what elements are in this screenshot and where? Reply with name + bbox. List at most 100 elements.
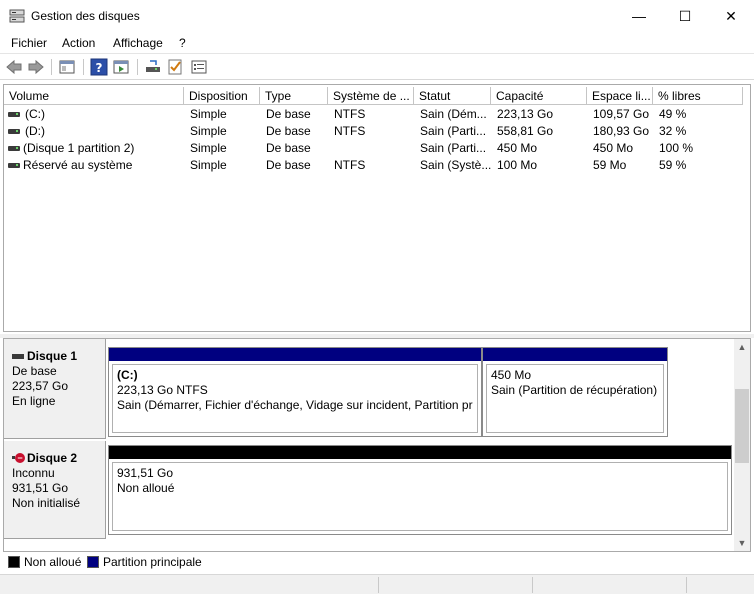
cell-capacity: 558,81 Go bbox=[497, 124, 554, 138]
cell-file-system: NTFS bbox=[334, 158, 366, 172]
disk-2-type: Inconnu bbox=[12, 466, 55, 480]
toolbar-separator bbox=[83, 59, 84, 75]
cell-percent-free: 32 % bbox=[659, 124, 687, 138]
volume-list: Volume Disposition Type Système de ... S… bbox=[3, 84, 751, 332]
cell-percent-free: 49 % bbox=[659, 107, 687, 121]
column-type[interactable]: Type bbox=[260, 87, 328, 105]
partition-details: 450 Mo Sain (Partition de récupération) bbox=[486, 364, 664, 433]
column-disposition[interactable]: Disposition bbox=[184, 87, 260, 105]
cell-capacity: 223,13 Go bbox=[497, 107, 554, 121]
check-icon[interactable] bbox=[166, 58, 184, 76]
toolbar-separator bbox=[51, 59, 52, 75]
cell-disposition: Simple bbox=[190, 141, 227, 155]
partition-details: (C:) 223,13 Go NTFS Sain (Démarrer, Fich… bbox=[112, 364, 478, 433]
help-icon[interactable]: ? bbox=[90, 58, 108, 76]
show-action-pane-icon[interactable] bbox=[112, 58, 130, 76]
properties-icon[interactable] bbox=[190, 58, 208, 76]
status-cell bbox=[378, 577, 379, 593]
column-volume[interactable]: Volume bbox=[4, 87, 184, 105]
partition-color-bar bbox=[109, 348, 481, 361]
svg-text:?: ? bbox=[96, 61, 103, 75]
partition-recovery[interactable]: 450 Mo Sain (Partition de récupération) bbox=[482, 347, 668, 437]
disk-1-name: Disque 1 bbox=[27, 349, 78, 363]
partition-status: Sain (Partition de récupération) bbox=[491, 383, 658, 397]
partition-color-bar bbox=[109, 446, 731, 459]
disk-graph-pane: Disque 1 De base 223,57 Go En ligne (C:)… bbox=[3, 338, 751, 552]
cell-status: Sain (Dém... bbox=[420, 107, 487, 121]
disk-management-app-icon bbox=[9, 9, 25, 23]
cell-volume: (D:) bbox=[25, 124, 45, 138]
disk-1-type: De base bbox=[12, 364, 57, 378]
disk-2-name: Disque 2 bbox=[27, 451, 78, 465]
menu-help[interactable]: ? bbox=[179, 36, 186, 50]
partition-size: 931,51 Go bbox=[117, 466, 174, 480]
cell-capacity: 450 Mo bbox=[497, 141, 538, 155]
partition-status: Non alloué bbox=[117, 481, 175, 495]
table-row[interactable]: Réservé au système Simple De base NTFS S… bbox=[4, 157, 746, 174]
back-icon[interactable] bbox=[5, 58, 23, 76]
disk-1-name-row: Disque 1 bbox=[12, 349, 105, 364]
partition-unallocated[interactable]: 931,51 Go Non alloué bbox=[108, 445, 732, 535]
legend-label-unallocated: Non alloué bbox=[24, 555, 82, 569]
vertical-scrollbar[interactable]: ▲ ▼ bbox=[734, 339, 750, 551]
disk-2-state: Non initialisé bbox=[12, 496, 81, 510]
cell-file-system: NTFS bbox=[334, 124, 366, 138]
status-cell bbox=[532, 577, 533, 593]
menu-action[interactable]: Action bbox=[62, 36, 95, 50]
menu-bar: Fichier Action Affichage ? bbox=[0, 32, 754, 54]
scroll-up-icon[interactable]: ▲ bbox=[734, 339, 750, 355]
window-title: Gestion des disques bbox=[31, 9, 140, 23]
cell-type: De base bbox=[266, 158, 311, 172]
legend-label-primary: Partition principale bbox=[103, 555, 202, 569]
partition-size: 450 Mo bbox=[491, 368, 532, 382]
toolbar-separator bbox=[137, 59, 138, 75]
column-percent-free[interactable]: % libres bbox=[653, 87, 743, 105]
table-row[interactable]: (C:) Simple De base NTFS Sain (Dém... 22… bbox=[4, 106, 746, 123]
disk-2-size: 931,51 Go bbox=[12, 481, 69, 495]
partition-title: (C:) bbox=[117, 368, 138, 382]
disk-1-label[interactable]: Disque 1 De base 223,57 Go En ligne bbox=[4, 339, 106, 439]
volume-icon bbox=[8, 163, 20, 168]
menu-affichage[interactable]: Affichage bbox=[113, 36, 163, 50]
disk-error-icon bbox=[12, 452, 25, 464]
cell-free-space: 59 Mo bbox=[593, 158, 627, 172]
column-file-system[interactable]: Système de ... bbox=[328, 87, 414, 105]
status-cell bbox=[686, 577, 687, 593]
legend-swatch-primary bbox=[87, 556, 99, 568]
disk-2-label[interactable]: Disque 2 Inconnu 931,51 Go Non initialis… bbox=[4, 441, 106, 539]
disk-1-size: 223,57 Go bbox=[12, 379, 69, 393]
partition-c[interactable]: (C:) 223,13 Go NTFS Sain (Démarrer, Fich… bbox=[108, 347, 482, 437]
disk-2-name-row: Disque 2 bbox=[12, 451, 105, 466]
volume-icon bbox=[8, 129, 20, 134]
cell-file-system: NTFS bbox=[334, 107, 366, 121]
cell-free-space: 450 Mo bbox=[593, 141, 634, 155]
column-capacity[interactable]: Capacité bbox=[491, 87, 587, 105]
column-status[interactable]: Statut bbox=[414, 87, 491, 105]
table-row[interactable]: (D:) Simple De base NTFS Sain (Parti... … bbox=[4, 123, 746, 140]
scroll-thumb[interactable] bbox=[735, 389, 749, 463]
toolbar: ? bbox=[0, 54, 754, 80]
disk-1-state: En ligne bbox=[12, 394, 56, 408]
volume-icon bbox=[8, 112, 20, 117]
column-free-space[interactable]: Espace li... bbox=[587, 87, 653, 105]
cell-disposition: Simple bbox=[190, 124, 227, 138]
partition-status: Sain (Démarrer, Fichier d'échange, Vidag… bbox=[117, 398, 473, 412]
cell-status: Sain (Parti... bbox=[420, 124, 487, 138]
forward-icon[interactable] bbox=[27, 58, 45, 76]
disk-icon bbox=[12, 354, 24, 359]
connect-disk-icon[interactable] bbox=[144, 58, 162, 76]
show-hide-console-tree-icon[interactable] bbox=[58, 58, 76, 76]
cell-percent-free: 100 % bbox=[659, 141, 694, 155]
minimize-button[interactable]: — bbox=[616, 0, 662, 32]
legend-swatch-unallocated bbox=[8, 556, 20, 568]
cell-free-space: 180,93 Go bbox=[593, 124, 650, 138]
volume-icon bbox=[8, 146, 20, 151]
cell-percent-free: 59 % bbox=[659, 158, 687, 172]
table-row[interactable]: (Disque 1 partition 2) Simple De base Sa… bbox=[4, 140, 746, 157]
maximize-button[interactable]: ☐ bbox=[662, 0, 708, 32]
cell-disposition: Simple bbox=[190, 107, 227, 121]
menu-fichier[interactable]: Fichier bbox=[11, 36, 47, 50]
cell-type: De base bbox=[266, 141, 311, 155]
close-button[interactable]: ✕ bbox=[708, 0, 754, 32]
scroll-down-icon[interactable]: ▼ bbox=[734, 535, 750, 551]
